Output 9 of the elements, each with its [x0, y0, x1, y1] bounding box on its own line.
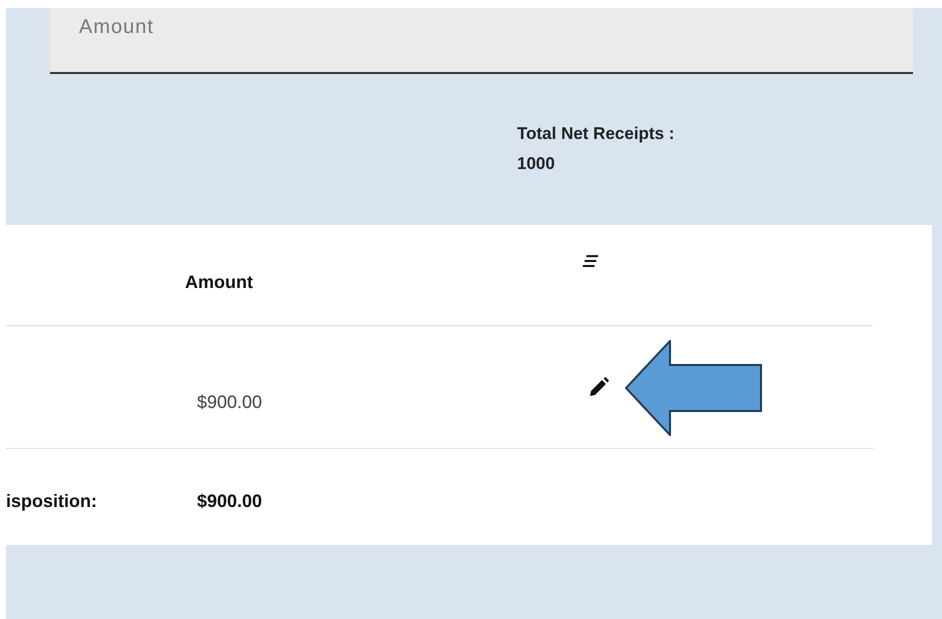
total-label: Total Net Receipts :	[517, 123, 674, 145]
amount-cell: $900.00	[197, 392, 262, 412]
total-label: isposition:	[6, 490, 97, 512]
column-header: Amount	[185, 272, 253, 292]
edit-icon[interactable]	[589, 377, 609, 397]
total-amount: $900.00	[197, 490, 262, 512]
menu-icon[interactable]	[581, 254, 599, 268]
total-value: 1000	[517, 153, 555, 175]
amount-field[interactable]: Amount	[50, 8, 913, 74]
